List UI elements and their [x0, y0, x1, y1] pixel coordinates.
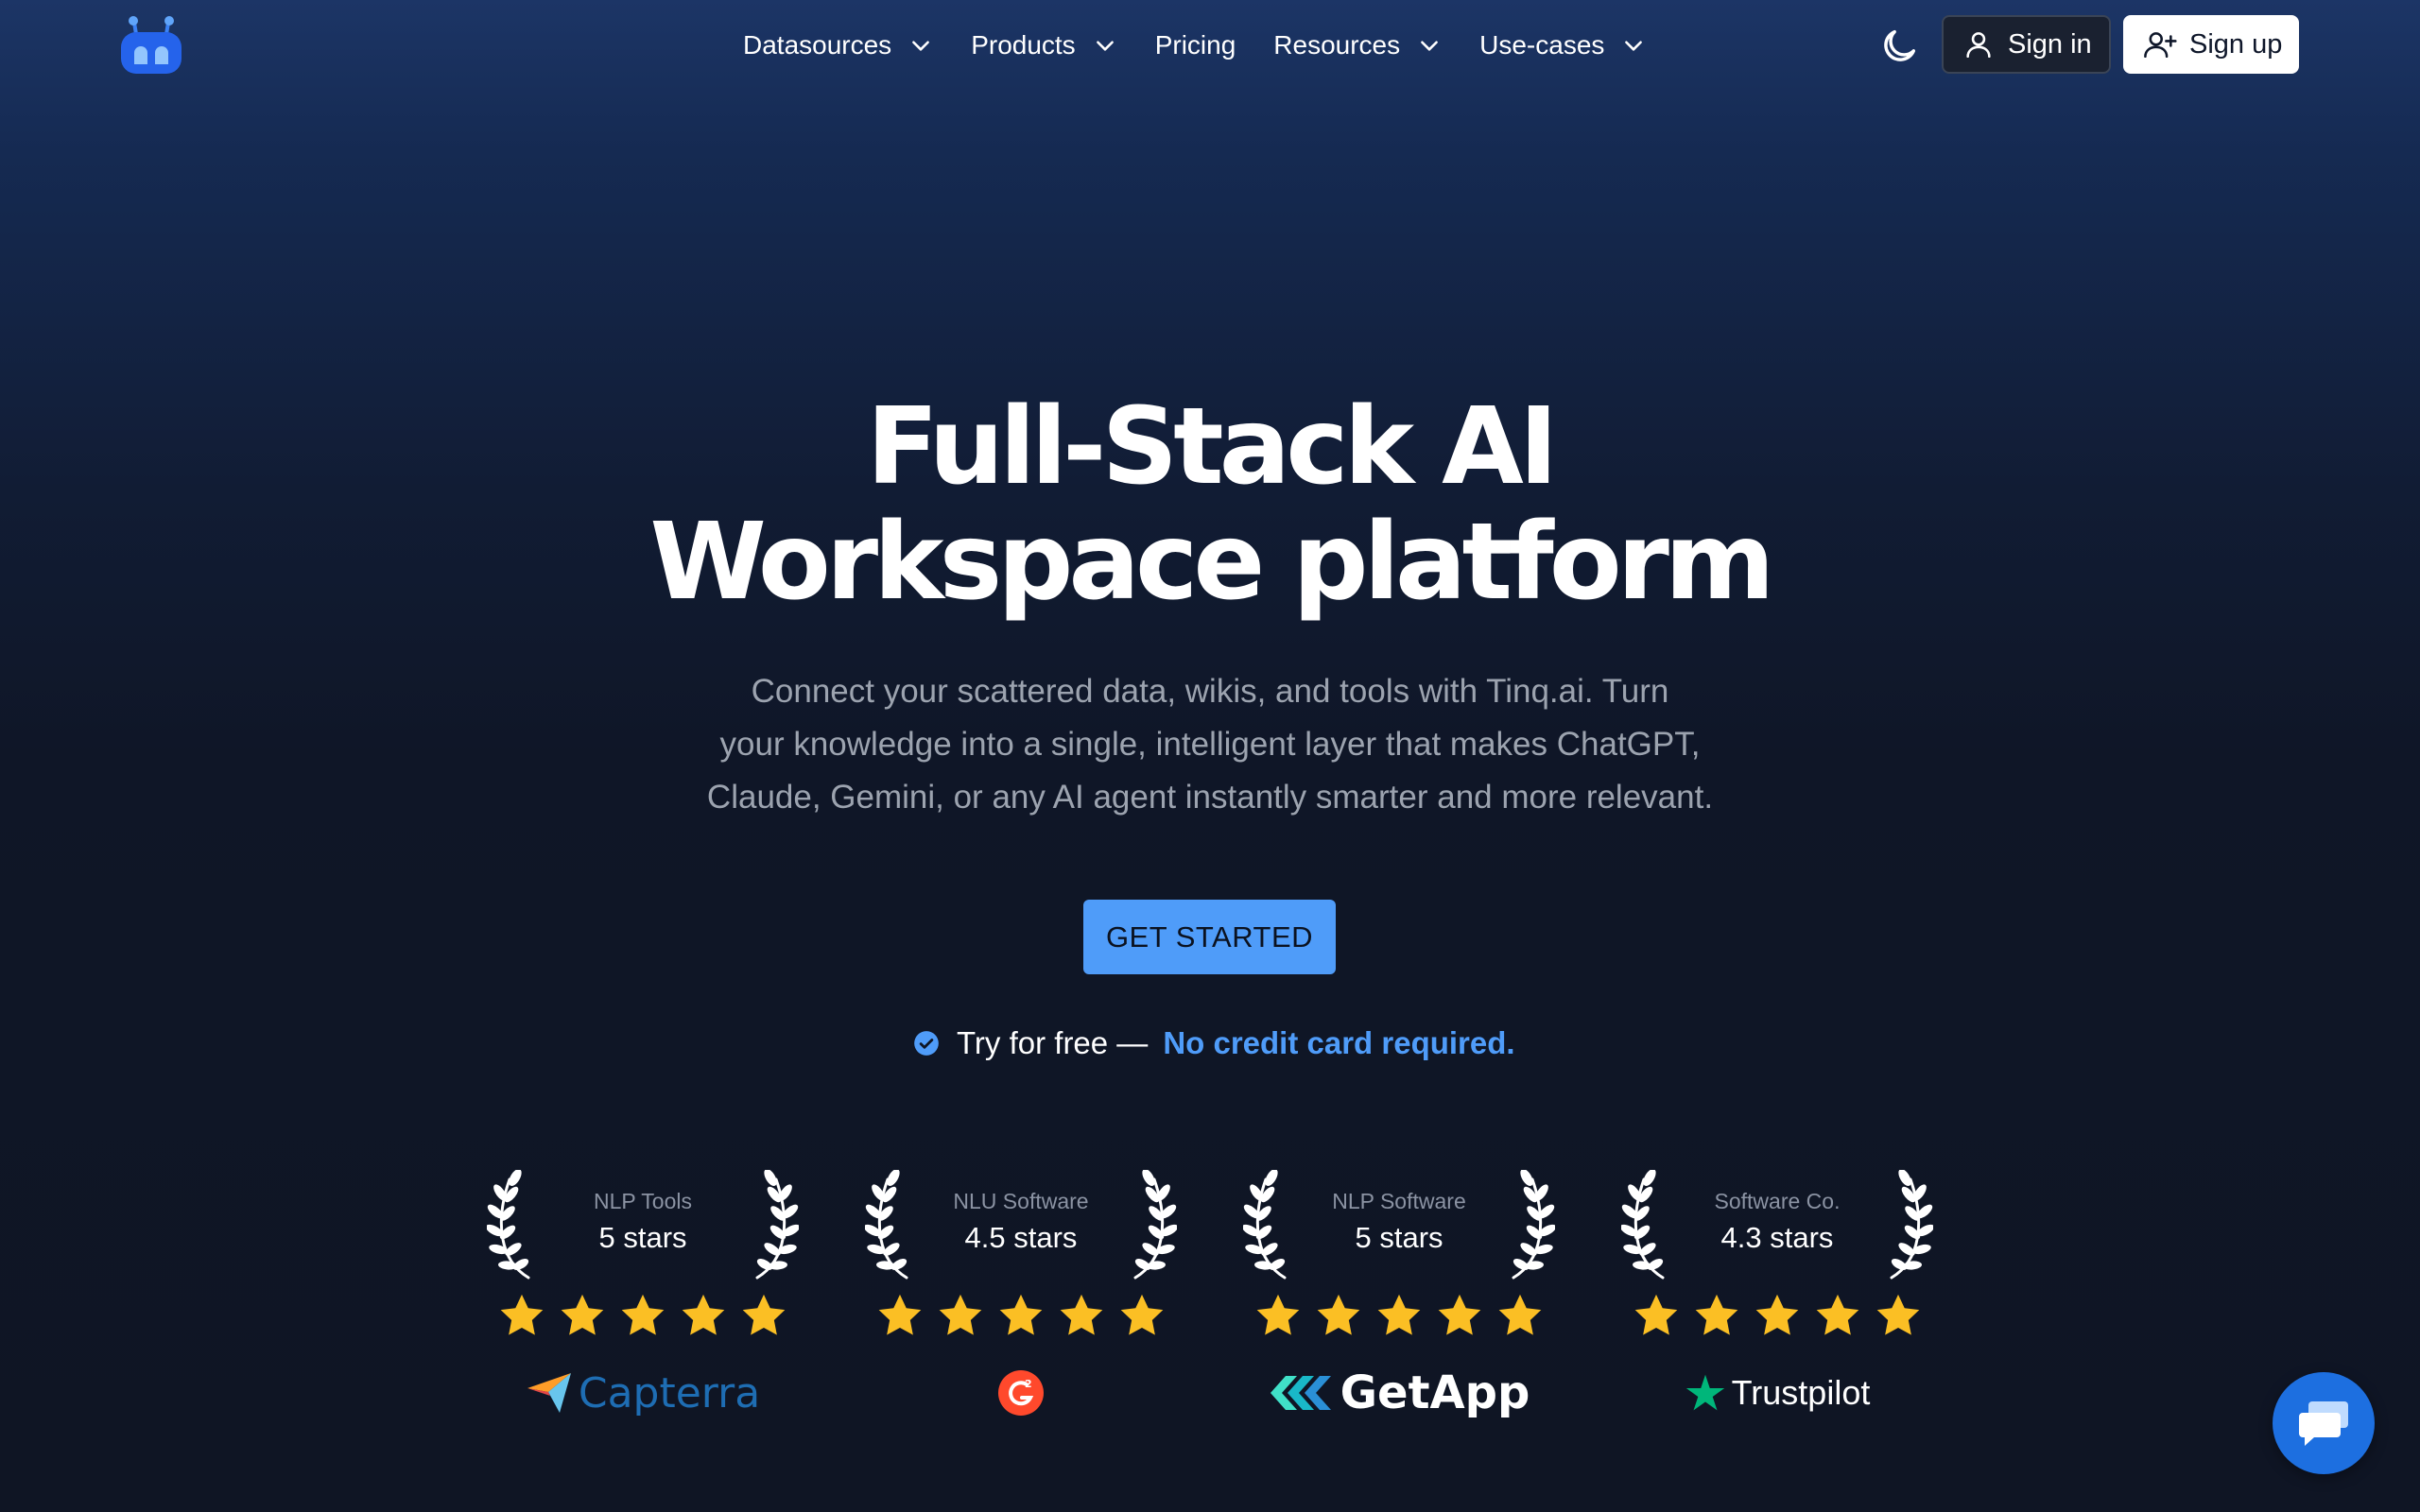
nav-item-resources[interactable]: Resources [1273, 30, 1442, 60]
chevron-down-icon [1096, 41, 1114, 51]
no-credit-card-link[interactable]: No credit card required. [1163, 1025, 1514, 1061]
nav-item-label: Use-cases [1479, 30, 1605, 60]
theme-toggle-button[interactable] [1877, 25, 1921, 68]
star-rating [487, 1291, 799, 1340]
award-card: Software Co. 4.3 stars Trustpilot [1621, 1164, 1933, 1429]
star-icon [621, 1294, 665, 1335]
chevron-down-icon [912, 41, 930, 51]
star-rating [1243, 1291, 1555, 1340]
star-icon [1816, 1294, 1859, 1335]
award-category: Software Co. [1714, 1189, 1841, 1213]
nav-item-label: Products [971, 30, 1076, 60]
star-icon [878, 1294, 922, 1335]
star-rating [865, 1291, 1177, 1340]
award-rating: 5 stars [1355, 1221, 1443, 1254]
nav-item-label: Datasources [743, 30, 892, 60]
check-circle-icon [914, 1031, 939, 1056]
nav-item-label: Pricing [1154, 30, 1236, 60]
brand-name: Capterra [578, 1368, 761, 1418]
star-icon [1256, 1294, 1300, 1335]
sign-up-button[interactable]: Sign up [2123, 15, 2299, 74]
moon-icon [1884, 29, 1916, 61]
nav-links: Datasources Products Pricing Resources U… [743, 25, 1684, 66]
nav-item-pricing[interactable]: Pricing [1155, 30, 1236, 60]
star-icon [999, 1294, 1043, 1335]
award-brand-logo[interactable]: Trustpilot [1621, 1366, 1933, 1419]
star-icon [1755, 1294, 1799, 1335]
award-rating: 4.5 stars [964, 1221, 1078, 1254]
award-rating: 4.3 stars [1720, 1221, 1834, 1254]
free-trial-text: Try for free — [957, 1025, 1149, 1060]
award-brand-logo[interactable]: 2 [865, 1366, 1177, 1419]
get-started-label: GET STARTED [1105, 919, 1314, 954]
get-started-button[interactable]: GET STARTED [1083, 900, 1336, 974]
star-icon [742, 1294, 786, 1335]
nav-item-use-cases[interactable]: Use-cases [1479, 30, 1646, 60]
award-category: NLU Software [953, 1189, 1089, 1213]
star-icon [1377, 1294, 1421, 1335]
hero-title: Full-Stack AI Workspace platform [0, 389, 2420, 620]
chat-button[interactable] [2273, 1372, 2375, 1474]
nav-item-datasources[interactable]: Datasources [743, 30, 933, 60]
star-icon [1498, 1294, 1542, 1335]
star-icon [682, 1294, 725, 1335]
award-card: NLP Tools 5 stars Capterra [487, 1164, 799, 1429]
trustpilot-star-icon [1685, 1374, 1724, 1411]
star-icon [1317, 1294, 1360, 1335]
award-card: NLP Software 5 stars GetApp [1243, 1164, 1555, 1429]
g2-logo-icon: 2 [998, 1370, 1044, 1416]
nav-item-products[interactable]: Products [971, 30, 1117, 60]
award-category: NLP Software [1332, 1189, 1466, 1213]
hero-subtitle-line-1: Connect your scattered data, wikis, and … [751, 673, 1669, 710]
logo-icon[interactable] [119, 15, 183, 76]
free-trial-note: Try for free — No credit card required. [913, 1024, 1515, 1062]
star-icon [1438, 1294, 1481, 1335]
award-rating: 5 stars [598, 1221, 687, 1254]
star-icon [1120, 1294, 1164, 1335]
sign-in-button[interactable]: Sign in [1942, 15, 2111, 74]
brand-name: GetApp [1340, 1366, 1530, 1419]
chat-bubble-icon [2299, 1401, 2348, 1446]
hero-subtitle: Connect your scattered data, wikis, and … [643, 665, 1777, 824]
sign-in-label: Sign in [2008, 28, 2092, 60]
star-icon [939, 1294, 982, 1335]
star-icon [1634, 1294, 1678, 1335]
brand-name: Trustpilot [1731, 1373, 1871, 1412]
award-category: NLP Tools [594, 1189, 692, 1213]
chevron-down-icon [1421, 41, 1439, 51]
capterra-logo-icon [527, 1373, 571, 1413]
award-brand-logo[interactable]: GetApp [1243, 1366, 1555, 1419]
star-icon [1695, 1294, 1738, 1335]
hero-subtitle-line-3: Claude, Gemini, or any AI agent instantl… [706, 779, 1714, 816]
hero-title-line-1: Full-Stack AI [866, 386, 1559, 508]
top-navbar: Datasources Products Pricing Resources U… [0, 0, 2420, 91]
nav-item-label: Resources [1273, 30, 1401, 60]
hero-title-line-2: Workspace platform [649, 501, 1774, 624]
star-icon [500, 1294, 544, 1335]
award-card: NLU Software 4.5 stars 2 [865, 1164, 1177, 1429]
star-icon [561, 1294, 604, 1335]
star-icon [1876, 1294, 1920, 1335]
user-plus-icon [2144, 32, 2177, 59]
star-rating [1621, 1291, 1933, 1340]
svg-text:2: 2 [1025, 1378, 1032, 1390]
award-brand-logo[interactable]: Capterra [487, 1366, 799, 1419]
chevron-down-icon [1625, 41, 1643, 51]
getapp-logo-icon [1270, 1376, 1331, 1410]
sign-up-label: Sign up [2189, 28, 2283, 60]
hero-subtitle-line-2: your knowledge into a single, intelligen… [719, 726, 1701, 763]
user-icon [1966, 32, 1991, 59]
star-icon [1060, 1294, 1103, 1335]
